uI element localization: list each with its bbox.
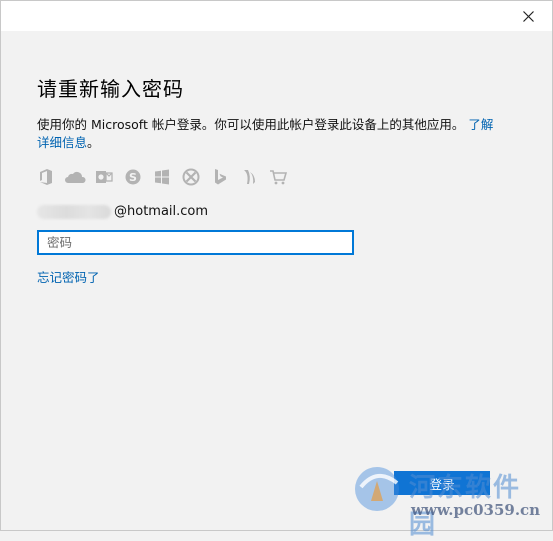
svg-text:S: S [129,171,137,184]
signin-button[interactable]: 登录 [394,471,490,495]
title-bar [1,1,552,31]
watermark-url: www.pc0359.cn [411,501,541,519]
windows-icon [151,167,173,187]
description-end: 。 [87,135,100,150]
account-row: @hotmail.com [37,204,208,219]
bing-icon [209,167,231,187]
close-button[interactable] [512,4,544,28]
account-email: @hotmail.com [114,204,209,219]
msn-icon [238,167,260,187]
skype-icon: S [122,167,144,187]
signin-dialog: 请重新输入密码 使用你的 Microsoft 帐户登录。你可以使用此帐户登录此设… [0,0,553,540]
description-text: 使用你的 Microsoft 帐户登录。你可以使用此帐户登录此设备上的其他应用。 [37,117,465,132]
close-icon [522,10,534,22]
outlook-icon [93,167,115,187]
password-input[interactable] [37,230,354,255]
xbox-icon [180,167,202,187]
onedrive-icon [64,167,86,187]
account-name-redacted [37,204,111,219]
description: 使用你的 Microsoft 帐户登录。你可以使用此帐户登录此设备上的其他应用。… [37,116,499,152]
forgot-password-link[interactable]: 忘记密码了 [37,267,100,286]
page-title: 请重新输入密码 [37,77,184,101]
office-icon [35,167,57,187]
service-icons: S [35,167,289,187]
store-icon [267,167,289,187]
